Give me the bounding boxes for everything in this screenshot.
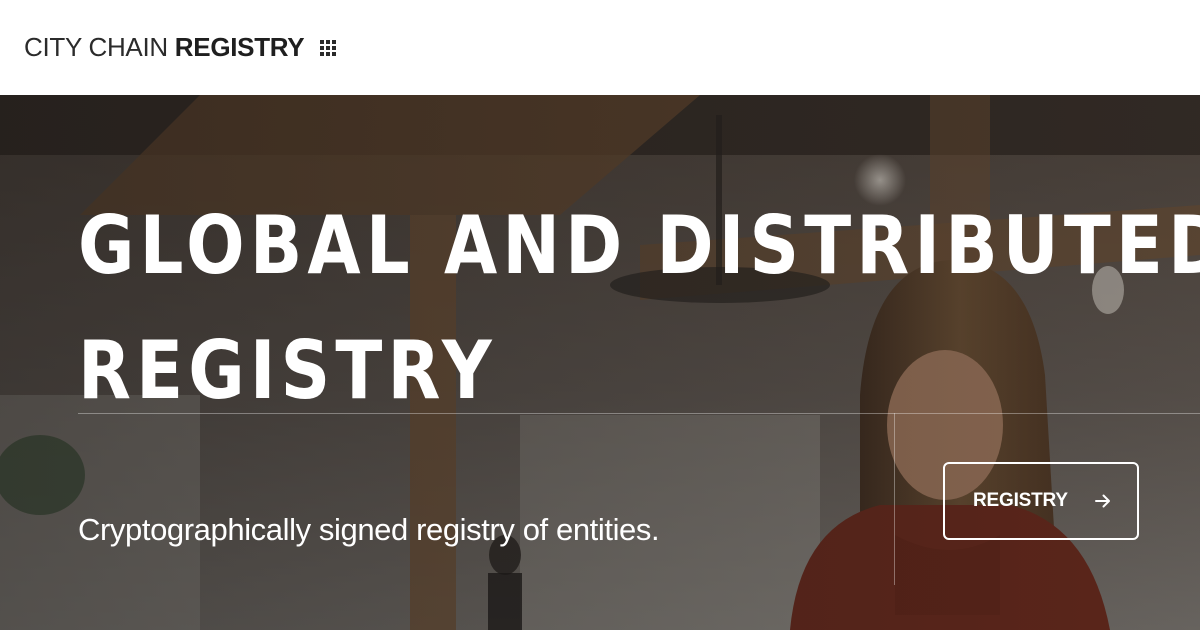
hero-headline-line-2: REGISTRY bbox=[78, 324, 497, 417]
hero-subtitle: Cryptographically signed registry of ent… bbox=[78, 512, 660, 547]
hero-headline-line-1: GLOBAL AND DISTRIBUTED bbox=[78, 199, 1200, 292]
hero-headline: GLOBAL AND DISTRIBUTED REGISTRY bbox=[78, 183, 1200, 433]
site-header: CITY CHAIN REGISTRY bbox=[0, 0, 1200, 95]
divider-horizontal bbox=[78, 413, 1200, 414]
arrow-right-icon bbox=[1094, 493, 1112, 509]
logo-text-light: CITY CHAIN bbox=[24, 31, 175, 62]
registry-button[interactable]: REGISTRY bbox=[943, 462, 1139, 540]
site-logo[interactable]: CITY CHAIN REGISTRY bbox=[24, 30, 337, 64]
hero-section: GLOBAL AND DISTRIBUTED REGISTRY Cryptogr… bbox=[0, 95, 1200, 630]
registry-button-label: REGISTRY bbox=[973, 490, 1068, 511]
divider-vertical bbox=[894, 413, 895, 585]
logo-text-bold: REGISTRY bbox=[174, 31, 305, 62]
page: CITY CHAIN REGISTRY GLOBAL AND DISTRIBUT… bbox=[0, 0, 1200, 630]
grid-menu-icon[interactable] bbox=[320, 40, 337, 56]
